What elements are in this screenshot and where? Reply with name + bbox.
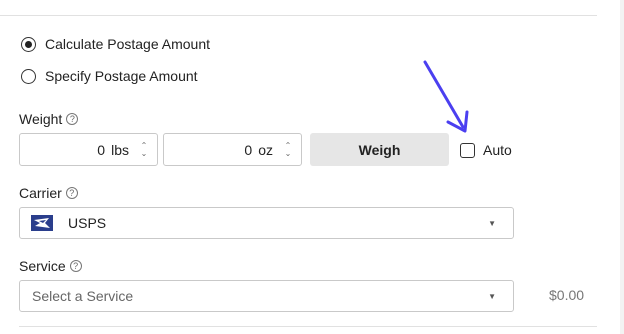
help-icon[interactable]: ? (66, 113, 79, 125)
service-label: Service ? (19, 258, 82, 274)
help-icon[interactable]: ? (69, 260, 82, 272)
radio-button-calculate[interactable] (21, 36, 36, 52)
lbs-stepper[interactable]: ⌃ ⌄ (139, 140, 149, 160)
oz-value: 0 (244, 141, 253, 158)
chevron-down-icon[interactable]: ▼ (488, 219, 496, 228)
auto-checkbox[interactable] (460, 142, 475, 158)
radio-label-calculate: Calculate Postage Amount (45, 36, 210, 52)
weight-lbs-input[interactable]: 0 lbs ⌃ ⌄ (19, 133, 158, 166)
top-divider (0, 15, 597, 16)
radio-label-specify: Specify Postage Amount (45, 68, 198, 84)
chevron-down-icon[interactable]: ▼ (488, 292, 496, 301)
service-label-text: Service (19, 258, 66, 274)
service-price: $0.00 (549, 287, 585, 303)
weight-oz-input[interactable]: 0 oz ⌃ ⌄ (163, 133, 302, 166)
auto-label: Auto (483, 142, 512, 158)
weight-label-text: Weight (19, 111, 63, 127)
help-icon[interactable]: ? (65, 187, 78, 199)
carrier-value: USPS (68, 215, 107, 231)
radio-selected-dot (25, 40, 32, 48)
radio-calculate-postage[interactable]: Calculate Postage Amount (21, 36, 210, 52)
carrier-label: Carrier ? (19, 185, 78, 201)
carrier-select[interactable]: USPS ▼ (19, 207, 514, 239)
right-edge (620, 0, 624, 334)
oz-stepper[interactable]: ⌃ ⌄ (283, 140, 293, 160)
chevron-down-icon[interactable]: ⌄ (285, 149, 292, 158)
service-select[interactable]: Select a Service ▼ (19, 280, 514, 312)
lbs-value: 0 (97, 141, 106, 158)
carrier-label-text: Carrier (19, 185, 62, 201)
weight-label: Weight ? (19, 111, 79, 127)
service-placeholder: Select a Service (32, 288, 134, 304)
auto-checkbox-row[interactable]: Auto (460, 142, 512, 158)
pointer-arrow-icon (423, 60, 469, 133)
radio-button-specify[interactable] (21, 68, 36, 84)
chevron-down-icon[interactable]: ⌄ (141, 149, 148, 158)
radio-specify-postage[interactable]: Specify Postage Amount (21, 68, 198, 84)
lbs-unit: lbs (111, 141, 129, 158)
oz-unit: oz (258, 141, 273, 158)
usps-eagle-icon (31, 215, 53, 231)
bottom-divider (19, 326, 597, 327)
